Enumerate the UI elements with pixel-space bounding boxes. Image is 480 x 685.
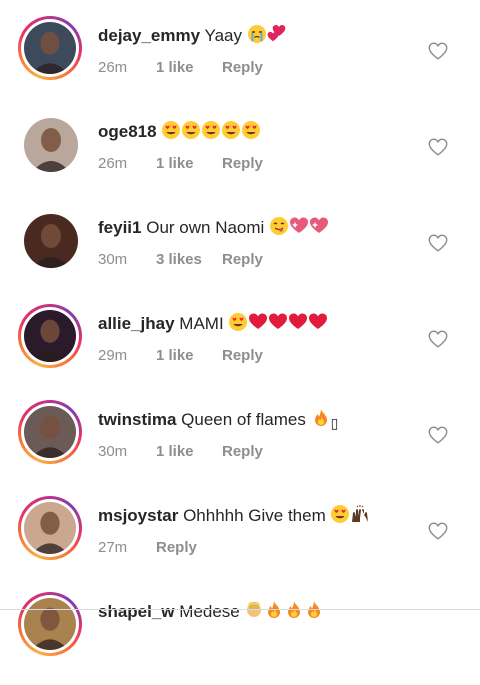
avatar-story-ring[interactable] [18, 400, 82, 464]
heart-eyes-icon [330, 504, 350, 530]
fire-icon [284, 600, 304, 626]
reply-button[interactable]: Reply [156, 539, 197, 556]
comment-body: Our own Naomi [146, 218, 270, 237]
heart-eyes-icon [201, 120, 221, 146]
username[interactable]: dejay_emmy [98, 26, 200, 45]
reply-button[interactable]: Reply [222, 443, 263, 460]
missing-glyph-icon: ▯ [330, 415, 339, 431]
red-heart-icon [288, 312, 308, 338]
comment-body: Queen of flames [181, 410, 311, 429]
avatar[interactable] [24, 310, 76, 362]
avatar[interactable] [24, 22, 76, 74]
sparkling-heart-icon [309, 216, 329, 242]
avatar-ring-gap [21, 595, 79, 653]
comment-row: shapel_w Medese [0, 589, 480, 685]
timestamp: 26m [98, 59, 128, 76]
fire-icon [311, 408, 331, 434]
reply-button[interactable]: Reply [222, 347, 263, 364]
username[interactable]: twinstima [98, 410, 176, 429]
reply-button[interactable]: Reply [222, 251, 263, 268]
comment-text: twinstima Queen of flames ▯ [98, 408, 338, 434]
likes-count[interactable]: 1 like [156, 443, 222, 460]
comment-meta: 26m 1 like Reply [98, 59, 263, 76]
comment-text: dejay_emmy Yaay [98, 24, 287, 50]
avatar-ring-gap [21, 307, 79, 365]
bottom-divider [0, 609, 480, 610]
comment-meta: 29m 1 like Reply [98, 347, 263, 364]
heart-eyes-icon [241, 120, 261, 146]
comment-text: shapel_w Medese [98, 600, 324, 626]
sparkling-heart-icon [289, 216, 309, 242]
avatar[interactable] [24, 406, 76, 458]
like-heart-icon[interactable] [427, 232, 449, 254]
comment-body: Ohhhhh Give them [183, 506, 331, 525]
like-heart-icon[interactable] [427, 136, 449, 158]
comment-text: msjoystar Ohhhhh Give them [98, 504, 370, 530]
like-heart-icon[interactable] [427, 424, 449, 446]
comment-row: dejay_emmy Yaay 26m 1 like Reply [0, 13, 480, 109]
comment-text: oge818 [98, 120, 261, 146]
comment-row: oge818 26m 1 like Reply [0, 109, 480, 205]
avatar[interactable] [24, 598, 76, 650]
heart-eyes-icon [228, 312, 248, 338]
timestamp: 30m [98, 443, 128, 460]
username[interactable]: feyii1 [98, 218, 141, 237]
heart-eyes-icon [161, 120, 181, 146]
avatar-story-ring[interactable] [18, 496, 82, 560]
likes-count[interactable]: 1 like [156, 347, 222, 364]
likes-count[interactable]: 3 likes [156, 251, 222, 268]
avatar[interactable] [24, 118, 78, 172]
timestamp: 27m [98, 539, 128, 556]
fire-icon [264, 600, 284, 626]
fire-icon [304, 600, 324, 626]
username[interactable]: oge818 [98, 122, 157, 141]
like-heart-icon[interactable] [427, 520, 449, 542]
likes-count[interactable]: 1 like [156, 59, 222, 76]
username[interactable]: allie_jhay [98, 314, 175, 333]
comment-text: feyii1 Our own Naomi [98, 216, 329, 242]
red-heart-icon [268, 312, 288, 338]
like-heart-icon[interactable] [427, 328, 449, 350]
avatar-story-ring[interactable] [18, 304, 82, 368]
avatar[interactable] [24, 502, 76, 554]
red-heart-icon [308, 312, 328, 338]
two-hearts-icon [267, 24, 287, 50]
baby-angel-icon [244, 600, 264, 626]
avatar-story-ring[interactable] [18, 592, 82, 656]
likes-count[interactable]: 1 like [156, 155, 222, 172]
avatar[interactable] [24, 214, 78, 268]
timestamp: 29m [98, 347, 128, 364]
timestamp: 26m [98, 155, 128, 172]
heart-eyes-icon [181, 120, 201, 146]
crying-face-icon [247, 24, 267, 50]
comment-row: allie_jhay MAMI 29m 1 like Reply [0, 301, 480, 397]
raised-hands-icon [350, 504, 370, 530]
comment-meta: 30m 1 like Reply [98, 443, 263, 460]
comment-row: feyii1 Our own Naomi 30m 3 likes Reply [0, 205, 480, 301]
red-heart-icon [248, 312, 268, 338]
yum-face-icon [269, 216, 289, 242]
avatar-story-ring[interactable] [18, 16, 82, 80]
username[interactable]: shapel_w [98, 602, 175, 621]
comment-meta: 26m 1 like Reply [98, 155, 263, 172]
comment-text: allie_jhay MAMI [98, 312, 328, 338]
comment-row: msjoystar Ohhhhh Give them 27m Reply [0, 493, 480, 589]
reply-button[interactable]: Reply [222, 59, 263, 76]
avatar-ring-gap [21, 499, 79, 557]
avatar-ring-gap [21, 19, 79, 77]
reply-button[interactable]: Reply [222, 155, 263, 172]
comment-body: Medese [179, 602, 245, 621]
like-heart-icon[interactable] [427, 40, 449, 62]
comment-meta: 27m Reply [98, 539, 197, 556]
comment-row: twinstima Queen of flames ▯ 30m 1 like Repl… [0, 397, 480, 493]
timestamp: 30m [98, 251, 128, 268]
avatar-ring-gap [21, 403, 79, 461]
comment-body: MAMI [179, 314, 229, 333]
comment-body: Yaay [204, 26, 247, 45]
username[interactable]: msjoystar [98, 506, 178, 525]
heart-eyes-icon [221, 120, 241, 146]
comment-meta: 30m 3 likes Reply [98, 251, 263, 268]
